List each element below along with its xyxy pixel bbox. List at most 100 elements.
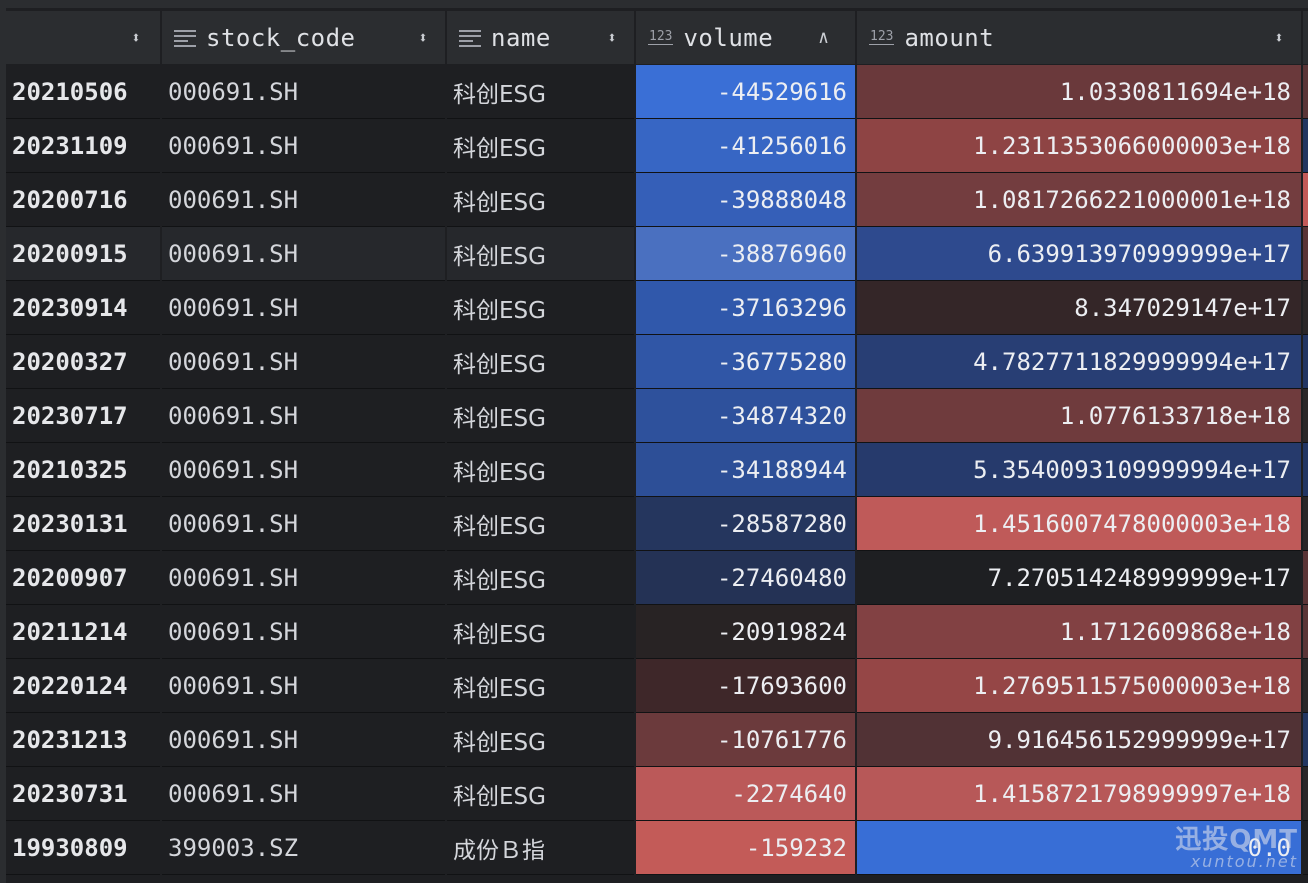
stock-code-cell[interactable]: 399003.SZ: [162, 821, 445, 875]
volume-cell[interactable]: -38876960: [636, 227, 855, 281]
overflow-cell[interactable]: [1303, 389, 1308, 443]
stock-code-cell[interactable]: 000691.SH: [162, 605, 445, 659]
volume-cell[interactable]: -36775280: [636, 335, 855, 389]
volume-cell[interactable]: -37163296: [636, 281, 855, 335]
index-cell[interactable]: 20210506: [6, 65, 160, 119]
name-cell[interactable]: 科创ESG: [447, 551, 634, 605]
index-cell[interactable]: 20220124: [6, 659, 160, 713]
name-cell[interactable]: 科创ESG: [447, 389, 634, 443]
index-cell[interactable]: 20230914: [6, 281, 160, 335]
amount-cell[interactable]: 7.270514248999999e+17: [857, 551, 1301, 605]
index-cell[interactable]: 19930809: [6, 821, 160, 875]
amount-cell[interactable]: 1.0330811694e+18: [857, 65, 1301, 119]
amount-cell[interactable]: 1.1712609868e+18: [857, 605, 1301, 659]
volume-cell[interactable]: -44529616: [636, 65, 855, 119]
amount-cell[interactable]: 6.639913970999999e+17: [857, 227, 1301, 281]
volume-cell[interactable]: -34188944: [636, 443, 855, 497]
name-cell[interactable]: 科创ESG: [447, 767, 634, 821]
stock-code-cell[interactable]: 000691.SH: [162, 227, 445, 281]
name-cell[interactable]: 科创ESG: [447, 713, 634, 767]
sort-toggle-icon[interactable]: ⬍: [413, 28, 433, 47]
amount-cell[interactable]: 8.347029147e+17: [857, 281, 1301, 335]
overflow-cell[interactable]: [1303, 173, 1308, 227]
overflow-cell[interactable]: [1303, 65, 1308, 119]
stock-code-cell[interactable]: 000691.SH: [162, 65, 445, 119]
sort-toggle-icon[interactable]: ⬍: [602, 28, 622, 47]
overflow-cell[interactable]: [1303, 767, 1308, 821]
name-cell[interactable]: 科创ESG: [447, 443, 634, 497]
stock-code-cell[interactable]: 000691.SH: [162, 551, 445, 605]
index-cell[interactable]: 20200716: [6, 173, 160, 227]
stock-code-cell[interactable]: 000691.SH: [162, 281, 445, 335]
volume-cell[interactable]: -17693600: [636, 659, 855, 713]
stock-code-cell[interactable]: 000691.SH: [162, 119, 445, 173]
index-cell[interactable]: 20200915: [6, 227, 160, 281]
stock-code-cell[interactable]: 000691.SH: [162, 335, 445, 389]
overflow-cell[interactable]: [1303, 605, 1308, 659]
amount-cell[interactable]: 5.3540093109999994e+17: [857, 443, 1301, 497]
name-cell[interactable]: 成份Ｂ指: [447, 821, 634, 875]
name-cell[interactable]: 科创ESG: [447, 335, 634, 389]
amount-cell[interactable]: 1.2311353066000003e+18: [857, 119, 1301, 173]
volume-cell[interactable]: -34874320: [636, 389, 855, 443]
name-cell[interactable]: 科创ESG: [447, 659, 634, 713]
amount-cell[interactable]: 1.0776133718e+18: [857, 389, 1301, 443]
index-column-header[interactable]: ⬍: [6, 11, 160, 65]
volume-cell[interactable]: -10761776: [636, 713, 855, 767]
name-cell[interactable]: 科创ESG: [447, 281, 634, 335]
amount-cell[interactable]: 9.916456152999999e+17: [857, 713, 1301, 767]
overflow-cell[interactable]: [1303, 713, 1308, 767]
stock-code-cell[interactable]: 000691.SH: [162, 713, 445, 767]
text-column-icon: [459, 29, 481, 47]
amount-cell[interactable]: 1.4516007478000003e+18: [857, 497, 1301, 551]
overflow-cell[interactable]: [1303, 443, 1308, 497]
volume-cell[interactable]: -20919824: [636, 605, 855, 659]
index-cell[interactable]: 20210325: [6, 443, 160, 497]
overflow-cell[interactable]: [1303, 497, 1308, 551]
index-cell[interactable]: 20230731: [6, 767, 160, 821]
index-cell[interactable]: 20231213: [6, 713, 160, 767]
column-header-stock-code[interactable]: stock_code ⬍: [162, 11, 445, 65]
sort-toggle-icon[interactable]: ⬍: [126, 28, 146, 47]
stock-code-cell[interactable]: 000691.SH: [162, 389, 445, 443]
name-cell[interactable]: 科创ESG: [447, 605, 634, 659]
overflow-cell[interactable]: [1303, 281, 1308, 335]
overflow-cell[interactable]: [1303, 551, 1308, 605]
stock-code-cell[interactable]: 000691.SH: [162, 767, 445, 821]
column-header-volume[interactable]: 123 volume ∧: [636, 11, 855, 65]
volume-cell[interactable]: -28587280: [636, 497, 855, 551]
amount-cell[interactable]: 4.7827711829999994e+17: [857, 335, 1301, 389]
sort-ascending-icon[interactable]: ∧: [818, 27, 829, 48]
name-cell[interactable]: 科创ESG: [447, 65, 634, 119]
column-header-amount[interactable]: 123 amount ⬍: [857, 11, 1301, 65]
volume-cell[interactable]: -39888048: [636, 173, 855, 227]
index-cell[interactable]: 20200327: [6, 335, 160, 389]
index-cell[interactable]: 20230717: [6, 389, 160, 443]
amount-cell[interactable]: 1.2769511575000003e+18: [857, 659, 1301, 713]
index-cell[interactable]: 20230131: [6, 497, 160, 551]
volume-cell[interactable]: -159232: [636, 821, 855, 875]
overflow-cell[interactable]: [1303, 821, 1308, 875]
overflow-cell[interactable]: [1303, 227, 1308, 281]
stock-code-cell[interactable]: 000691.SH: [162, 497, 445, 551]
index-cell[interactable]: 20200907: [6, 551, 160, 605]
column-header-name[interactable]: name ⬍: [447, 11, 634, 65]
index-cell[interactable]: 20211214: [6, 605, 160, 659]
name-cell[interactable]: 科创ESG: [447, 119, 634, 173]
stock-code-cell[interactable]: 000691.SH: [162, 443, 445, 497]
amount-cell[interactable]: 1.0817266221000001e+18: [857, 173, 1301, 227]
volume-cell[interactable]: -2274640: [636, 767, 855, 821]
sort-toggle-icon[interactable]: ⬍: [1269, 28, 1289, 47]
stock-code-cell[interactable]: 000691.SH: [162, 659, 445, 713]
stock-code-cell[interactable]: 000691.SH: [162, 173, 445, 227]
name-cell[interactable]: 科创ESG: [447, 227, 634, 281]
amount-cell[interactable]: 1.4158721798999997e+18: [857, 767, 1301, 821]
name-cell[interactable]: 科创ESG: [447, 497, 634, 551]
overflow-cell[interactable]: [1303, 659, 1308, 713]
overflow-cell[interactable]: [1303, 119, 1308, 173]
volume-cell[interactable]: -27460480: [636, 551, 855, 605]
overflow-cell[interactable]: [1303, 335, 1308, 389]
volume-cell[interactable]: -41256016: [636, 119, 855, 173]
name-cell[interactable]: 科创ESG: [447, 173, 634, 227]
index-cell[interactable]: 20231109: [6, 119, 160, 173]
